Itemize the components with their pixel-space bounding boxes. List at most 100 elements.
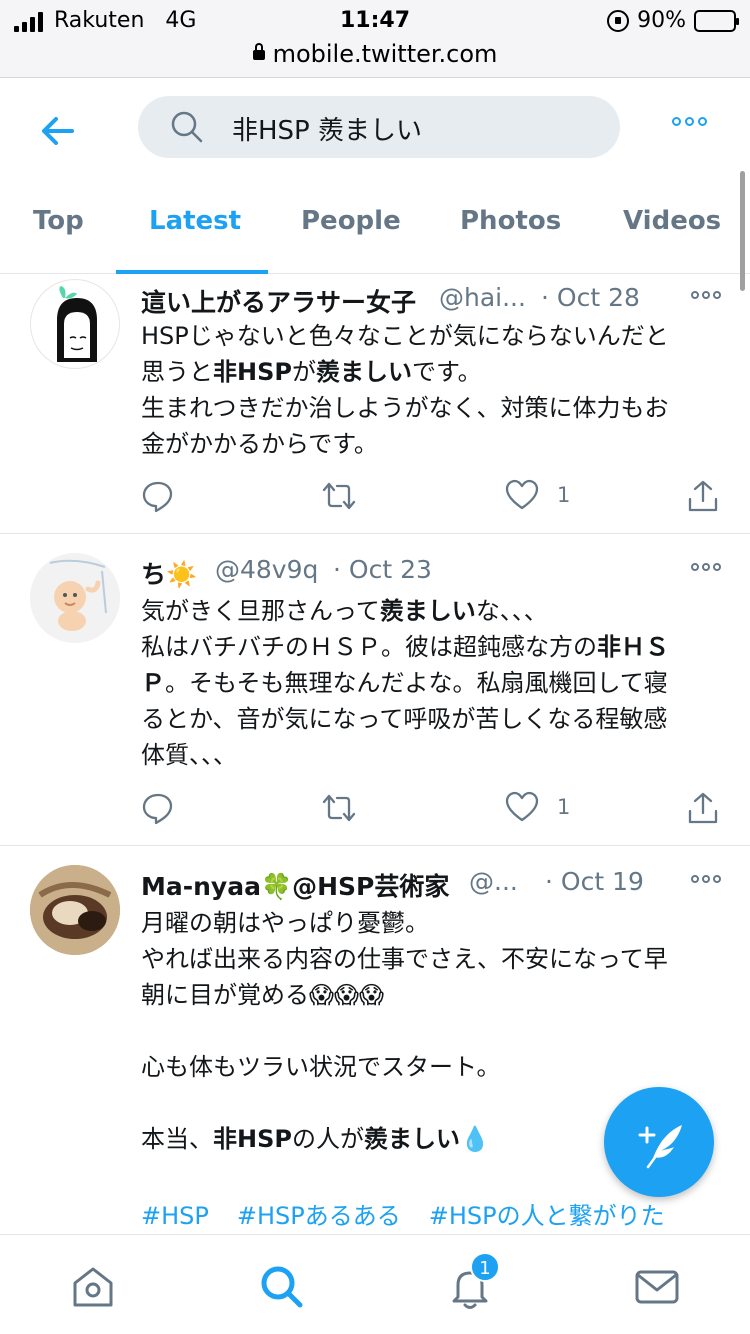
tweet-header: ち☀️ @48v9q · Oct 23: [141, 555, 721, 591]
author-name[interactable]: 這い上がるアラサー女子: [141, 283, 416, 319]
avatar-girl-icon: [57, 286, 97, 362]
tweet-text-line: 生まれつきだか治しようがなく、対策に体力もお: [141, 390, 721, 426]
text-segment: 心も体もツラい状況でスタート。: [141, 1053, 501, 1081]
tweet-text-line: 心も体もツラい状況でスタート。: [141, 1049, 721, 1085]
tweet-text-line: やれば出来る内容の仕事でさえ、不安になって早: [141, 941, 721, 977]
highlighted-keyword: 羨ましい: [315, 358, 412, 386]
tweet-text: 気がきく旦那さんって羨ましいな、、、 私はバチバチのＨＳＰ。彼は超鈍感な方の非ＨＳ…: [141, 593, 721, 773]
tweet-date[interactable]: · Oct 28: [541, 283, 640, 312]
search-header: 非HSP 羨ましい Top Latest People Photos Video…: [0, 79, 750, 291]
like-count: 1: [557, 795, 571, 819]
orientation-lock-icon: [607, 9, 630, 32]
search-input[interactable]: 非HSP 羨ましい: [138, 96, 620, 158]
highlighted-keyword: 非HSP: [213, 358, 292, 386]
tweet-text-line: 気がきく旦那さんって羨ましいな、、、: [141, 593, 721, 629]
retweet-icon[interactable]: [321, 479, 357, 513]
system-status-row: Rakuten 4G 11:47 90%: [0, 8, 750, 36]
tweet-date[interactable]: · Oct 23: [333, 555, 432, 584]
text-segment: 本当、: [141, 1125, 213, 1153]
tweet-menu-icon[interactable]: [691, 563, 721, 571]
reply-icon[interactable]: [141, 479, 175, 513]
tweet-card[interactable]: 這い上がるアラサー女子 @hai... · Oct 28 HSPじゃないと色々な…: [0, 275, 750, 534]
like-button[interactable]: 1: [505, 791, 570, 823]
author-name[interactable]: Ma-nyaa🍀@HSP芸術家: [141, 867, 449, 903]
text-segment: 朝に目が覚める😱😱😱: [141, 981, 385, 1009]
tweet-text-line: 私はバチバチのＨＳＰ。彼は超鈍感な方の非ＨＳ: [141, 629, 721, 665]
tab-latest[interactable]: Latest: [149, 206, 241, 236]
avatar[interactable]: [30, 279, 120, 369]
text-segment: 体質、、、: [141, 741, 237, 769]
text-segment: 気がきく旦那さんって: [141, 597, 380, 625]
hashtag-link[interactable]: #HSPの人と繋がりた: [429, 1202, 665, 1230]
hashtag-list: #HSP #HSPあるある #HSPの人と繋がりた: [141, 1196, 693, 1231]
battery-status: 90%: [607, 8, 739, 33]
tweet-actions: 1: [141, 791, 721, 831]
tweet-menu-icon[interactable]: [691, 291, 721, 299]
back-arrow-icon[interactable]: [36, 109, 80, 153]
text-segment: 私はバチバチのＨＳＰ。彼は超鈍感な方の: [141, 633, 597, 661]
heart-icon: [505, 479, 539, 510]
address-bar[interactable]: mobile.twitter.com: [0, 40, 750, 68]
tweet-date[interactable]: · Oct 19: [545, 867, 644, 896]
text-segment: が: [291, 358, 316, 386]
retweet-icon[interactable]: [321, 791, 357, 825]
author-handle[interactable]: @...: [469, 867, 518, 896]
messages-envelope-icon[interactable]: [633, 1263, 681, 1311]
share-icon[interactable]: [687, 791, 719, 825]
tweet-text-line: HSPじゃないと色々なことが気にならないんだと: [141, 318, 721, 354]
tweet-text: HSPじゃないと色々なことが気にならないんだと 思うと非HSPが羨ましいです。 生ま…: [141, 318, 721, 462]
author-name[interactable]: ち☀️: [141, 555, 197, 591]
active-tab-indicator: [116, 270, 268, 274]
hashtag-link[interactable]: #HSPあるある: [237, 1202, 401, 1230]
tweet-card[interactable]: ち☀️ @48v9q · Oct 23 気がきく旦那さんって羨ましいな、、、 私は…: [0, 535, 750, 846]
tweet-text-line: [141, 1013, 721, 1049]
highlighted-keyword: 非ＨＳ: [597, 633, 669, 661]
lock-icon: [252, 43, 265, 60]
tweet-text-line: るとか、音が気になって呼吸が苦しくなる程敏感: [141, 701, 721, 737]
scrollbar[interactable]: [740, 171, 745, 291]
highlighted-keyword: Ｐ: [141, 669, 165, 697]
tab-people[interactable]: People: [301, 206, 401, 236]
highlighted-keyword: 非HSP: [213, 1125, 292, 1153]
text-segment: の人が: [291, 1125, 364, 1153]
battery-icon: [694, 9, 739, 32]
tweet-header: Ma-nyaa🍀@HSP芸術家 @... · Oct 19: [141, 867, 721, 903]
text-segment: 思うと: [141, 358, 213, 386]
heart-icon: [505, 791, 539, 822]
tweet-text-line: Ｐ。そもそも無理なんだよな。私扇風機回して寝: [141, 665, 721, 701]
search-tabs: Top Latest People Photos Videos: [0, 184, 750, 274]
search-icon: [171, 111, 203, 143]
tab-videos[interactable]: Videos: [623, 206, 721, 236]
text-segment: 💧: [459, 1125, 490, 1153]
compose-feather-icon: [638, 1125, 682, 1169]
bottom-navigation: 1: [0, 1234, 750, 1334]
share-icon[interactable]: [687, 479, 719, 513]
reply-icon[interactable]: [141, 791, 175, 825]
like-count: 1: [557, 483, 571, 507]
battery-percent: 90%: [637, 8, 686, 33]
text-segment: 生まれつきだか治しようがなく、対策に体力もお: [141, 394, 669, 422]
more-options-icon[interactable]: [672, 117, 707, 126]
hashtag-link[interactable]: #HSP: [141, 1202, 209, 1230]
text-segment: 月曜の朝はやっぱり憂鬱。: [141, 909, 429, 937]
search-nav-icon[interactable]: [258, 1263, 306, 1311]
browser-status-bar: Rakuten 4G 11:47 90% mobile.twitter.com: [0, 0, 750, 78]
compose-tweet-button[interactable]: [604, 1087, 714, 1197]
avatar-cat-icon: [30, 865, 120, 955]
author-handle[interactable]: @hai...: [439, 283, 526, 312]
search-query: 非HSP 羨ましい: [232, 116, 422, 146]
highlighted-keyword: 羨ましい: [379, 597, 476, 625]
avatar[interactable]: [30, 553, 120, 643]
avatar-baby-icon: [30, 553, 120, 643]
notification-badge: 1: [470, 1252, 500, 1282]
avatar[interactable]: [30, 865, 120, 955]
tab-top[interactable]: Top: [33, 206, 84, 236]
text-segment: です。: [411, 358, 482, 386]
tweet-text-line: 思うと非HSPが羨ましいです。: [141, 354, 721, 390]
author-handle[interactable]: @48v9q: [215, 555, 318, 584]
tweet-actions: 1: [141, 479, 721, 519]
tab-photos[interactable]: Photos: [460, 206, 561, 236]
like-button[interactable]: 1: [505, 479, 570, 511]
tweet-menu-icon[interactable]: [691, 875, 721, 883]
home-icon[interactable]: [69, 1263, 117, 1311]
